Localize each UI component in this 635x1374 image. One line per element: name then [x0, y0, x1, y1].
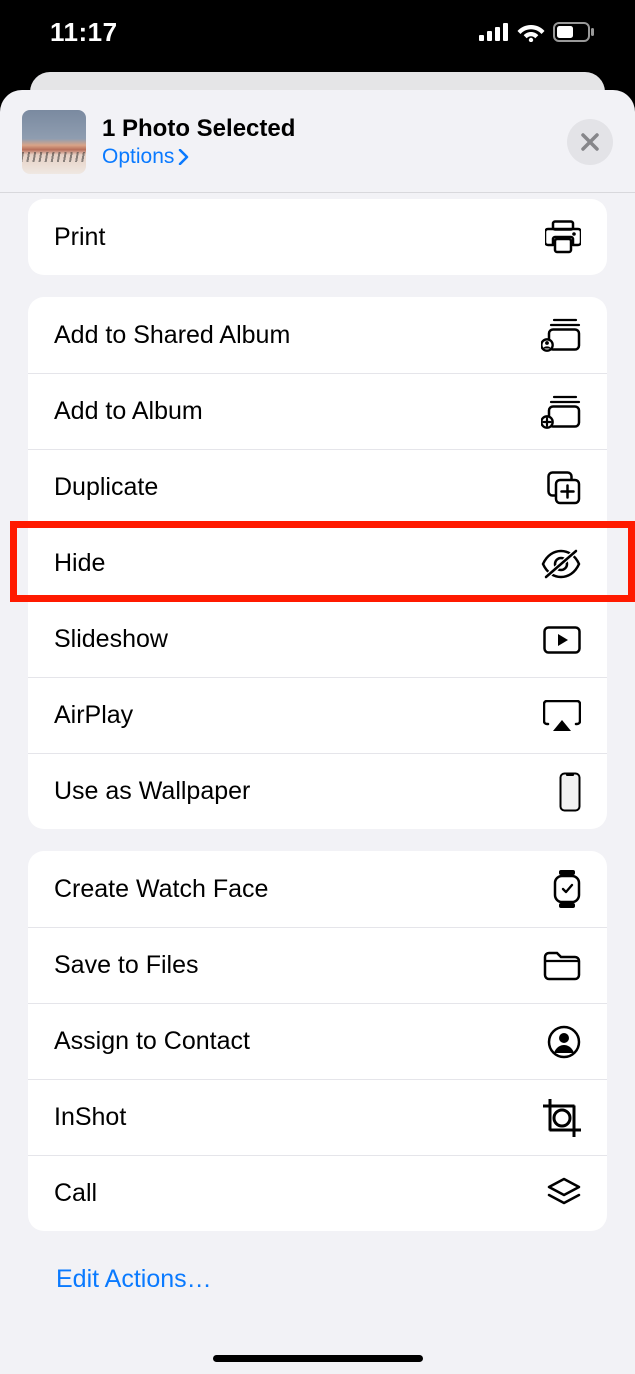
action-wallpaper[interactable]: Use as Wallpaper [28, 753, 607, 829]
action-label: Hide [54, 549, 105, 578]
battery-icon [553, 22, 595, 42]
action-call[interactable]: Call [28, 1155, 607, 1231]
action-inshot[interactable]: InShot [28, 1079, 607, 1155]
options-label: Options [102, 145, 174, 169]
contact-icon [547, 1025, 581, 1059]
duplicate-icon [547, 471, 581, 505]
edit-actions-button[interactable]: Edit Actions… [0, 1253, 635, 1306]
action-group-1: Print [28, 199, 607, 275]
printer-icon [545, 220, 581, 254]
airplay-icon [543, 700, 581, 732]
action-assign-contact[interactable]: Assign to Contact [28, 1003, 607, 1079]
close-button[interactable] [567, 119, 613, 165]
action-group-2: Add to Shared Album Add to Album Duplica… [28, 297, 607, 829]
share-sheet-header: 1 Photo Selected Options [0, 90, 635, 193]
action-label: InShot [54, 1103, 126, 1132]
close-icon [580, 132, 600, 152]
wallpaper-icon [559, 772, 581, 812]
status-time: 11:17 [50, 17, 118, 48]
status-icons [479, 22, 595, 42]
action-label: Add to Album [54, 397, 203, 426]
cellular-icon [479, 23, 509, 41]
add-album-icon [541, 395, 581, 429]
shared-album-icon [541, 318, 581, 352]
action-label: Call [54, 1179, 97, 1208]
action-print[interactable]: Print [28, 199, 607, 275]
action-label: Assign to Contact [54, 1027, 250, 1056]
hide-icon [541, 549, 581, 579]
action-label: AirPlay [54, 701, 133, 730]
inshot-icon [543, 1099, 581, 1137]
edit-actions-label: Edit Actions… [56, 1265, 212, 1293]
action-duplicate[interactable]: Duplicate [28, 449, 607, 525]
home-indicator[interactable] [213, 1355, 423, 1362]
action-add-shared-album[interactable]: Add to Shared Album [28, 297, 607, 373]
wifi-icon [517, 22, 545, 42]
photo-thumbnail[interactable] [22, 110, 86, 174]
action-airplay[interactable]: AirPlay [28, 677, 607, 753]
actions-scroll[interactable]: Print Add to Shared Album Add to Album D… [0, 193, 635, 1374]
action-slideshow[interactable]: Slideshow [28, 601, 607, 677]
action-label: Print [54, 223, 105, 252]
action-label: Slideshow [54, 625, 168, 654]
action-label: Use as Wallpaper [54, 777, 250, 806]
action-save-files[interactable]: Save to Files [28, 927, 607, 1003]
watch-icon [553, 869, 581, 909]
chevron-right-icon [178, 149, 189, 165]
action-label: Add to Shared Album [54, 321, 290, 350]
call-stack-icon [547, 1177, 581, 1211]
status-bar: 11:17 [0, 0, 635, 64]
folder-icon [543, 951, 581, 981]
action-label: Create Watch Face [54, 875, 268, 904]
slideshow-icon [543, 626, 581, 654]
options-button[interactable]: Options [102, 145, 551, 169]
action-label: Save to Files [54, 951, 199, 980]
action-hide[interactable]: Hide [28, 525, 607, 601]
share-sheet: 1 Photo Selected Options Print A [0, 90, 635, 1374]
action-group-3: Create Watch Face Save to Files Assign t… [28, 851, 607, 1231]
action-label: Duplicate [54, 473, 158, 502]
action-watch-face[interactable]: Create Watch Face [28, 851, 607, 927]
action-add-album[interactable]: Add to Album [28, 373, 607, 449]
selection-title: 1 Photo Selected [102, 115, 551, 143]
